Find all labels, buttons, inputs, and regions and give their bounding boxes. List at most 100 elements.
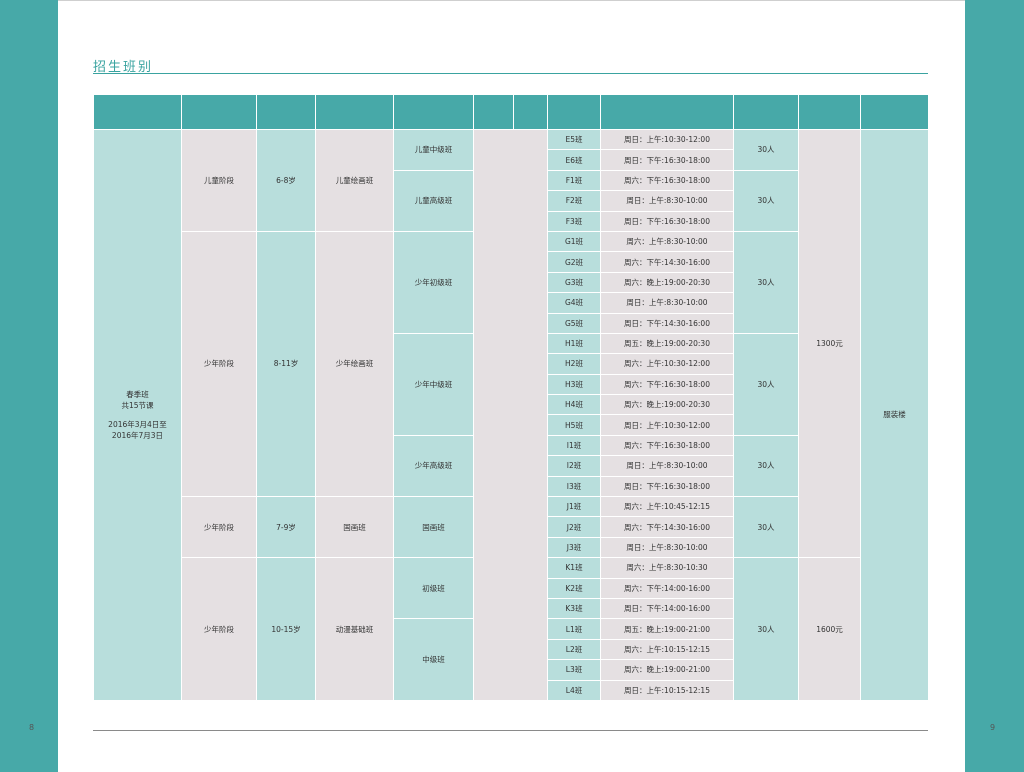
class-code: L1班 bbox=[547, 618, 601, 640]
season-dates-start: 2016年3月4日至 bbox=[108, 419, 167, 429]
schedule-time: 周日：上午:8:30-10:00 bbox=[600, 455, 734, 477]
header-cell bbox=[547, 94, 601, 130]
class-code: H1班 bbox=[547, 332, 601, 355]
table-bottom-rule bbox=[93, 730, 928, 731]
class-code: L3班 bbox=[547, 659, 601, 681]
schedule-time: 周五：晚上:19:00-20:30 bbox=[600, 332, 734, 355]
schedule-time: 周六：下午:16:30-18:00 bbox=[600, 169, 734, 192]
left-page-band bbox=[0, 0, 58, 772]
header-cell bbox=[181, 94, 257, 130]
schedule-time: 周五：晚上:19:00-21:00 bbox=[600, 618, 734, 640]
schedule-time: 周六：下午:16:30-18:00 bbox=[600, 434, 734, 457]
class-code: G2班 bbox=[547, 251, 601, 273]
header-cell bbox=[93, 94, 182, 130]
schedule-time: 周六：上午:10:15-12:15 bbox=[600, 638, 734, 661]
class-code: G4班 bbox=[547, 292, 601, 314]
age-cell: 6-8岁 bbox=[256, 129, 316, 232]
header-cell bbox=[860, 94, 929, 130]
header-cell bbox=[393, 94, 474, 130]
class-code: F2班 bbox=[547, 190, 601, 212]
table-header-row bbox=[93, 94, 929, 130]
price-cell: 1300元 bbox=[798, 128, 861, 559]
level-cell: 儿童高级班 bbox=[393, 169, 474, 232]
blank-column bbox=[473, 129, 548, 701]
table-row: 春季班 共15节课 2016年3月4日至 2016年7月3日 儿童阶段 6-8岁… bbox=[93, 128, 929, 701]
class-code: H4班 bbox=[547, 394, 601, 416]
class-code: G5班 bbox=[547, 312, 601, 334]
class-code: L2班 bbox=[547, 638, 601, 661]
course-cell: 动漫基础班 bbox=[315, 557, 394, 701]
schedule-time: 周日：下午:14:30-16:00 bbox=[600, 312, 734, 334]
age-cell: 7-9岁 bbox=[256, 496, 316, 559]
header-cell bbox=[733, 94, 799, 130]
course-cell: 儿童绘画班 bbox=[315, 129, 394, 232]
class-code: H2班 bbox=[547, 353, 601, 375]
schedule-time: 周日：上午:8:30-10:00 bbox=[600, 190, 734, 212]
capacity-cell: 30人 bbox=[733, 332, 799, 436]
class-code: J3班 bbox=[547, 536, 601, 559]
title-rule bbox=[93, 73, 928, 74]
schedule-time: 周六：上午:10:30-12:00 bbox=[600, 353, 734, 375]
age-cell: 10-15岁 bbox=[256, 557, 316, 701]
class-code: G1班 bbox=[547, 230, 601, 253]
class-code: L4班 bbox=[547, 679, 601, 701]
course-cell: 国画班 bbox=[315, 496, 394, 559]
schedule-time: 周六：晚上:19:00-20:30 bbox=[600, 271, 734, 294]
schedule-time: 周日：上午:10:30-12:00 bbox=[600, 414, 734, 436]
schedule-time: 周日：下午:16:30-18:00 bbox=[600, 210, 734, 232]
header-cell bbox=[513, 94, 548, 130]
class-code: H5班 bbox=[547, 414, 601, 436]
class-code: E5班 bbox=[547, 128, 601, 151]
level-cell: 少年初级班 bbox=[393, 230, 474, 334]
level-cell: 中级班 bbox=[393, 618, 474, 701]
season-name: 春季班 bbox=[126, 389, 149, 399]
class-code: E6班 bbox=[547, 149, 601, 171]
schedule-time: 周日：下午:14:00-16:00 bbox=[600, 597, 734, 620]
stage-cell: 少年阶段 bbox=[181, 557, 257, 701]
capacity-cell: 30人 bbox=[733, 169, 799, 232]
stage-cell: 少年阶段 bbox=[181, 230, 257, 498]
class-code: F1班 bbox=[547, 169, 601, 192]
class-code: F3班 bbox=[547, 210, 601, 232]
level-cell: 国画班 bbox=[393, 496, 474, 559]
schedule-time: 周日：上午:10:30-12:00 bbox=[600, 128, 734, 151]
course-cell: 少年绘画班 bbox=[315, 230, 394, 498]
season-cell: 春季班 共15节课 2016年3月4日至 2016年7月3日 bbox=[93, 129, 182, 701]
class-code: K1班 bbox=[547, 557, 601, 579]
schedule-time: 周六：下午:14:30-16:00 bbox=[600, 251, 734, 273]
schedule-time: 周六：晚上:19:00-20:30 bbox=[600, 394, 734, 416]
page-top-edge bbox=[58, 0, 965, 1]
header-cell bbox=[798, 94, 861, 130]
header-cell bbox=[473, 94, 514, 130]
level-cell: 初级班 bbox=[393, 557, 474, 620]
schedule-time: 周日：下午:16:30-18:00 bbox=[600, 475, 734, 498]
capacity-cell: 30人 bbox=[733, 434, 799, 498]
season-lessons: 共15节课 bbox=[121, 400, 154, 410]
level-cell: 少年高级班 bbox=[393, 434, 474, 498]
schedule-time: 周六：下午:16:30-18:00 bbox=[600, 373, 734, 396]
page-number-right: 9 bbox=[990, 723, 996, 732]
schedule-time: 周六：下午:14:00-16:00 bbox=[600, 577, 734, 599]
capacity-cell: 30人 bbox=[733, 557, 799, 701]
schedule-time: 周日：上午:8:30-10:00 bbox=[600, 292, 734, 314]
class-code: J2班 bbox=[547, 516, 601, 538]
schedule-time: 周日：上午:10:15-12:15 bbox=[600, 679, 734, 701]
age-cell: 8-11岁 bbox=[256, 230, 316, 498]
capacity-cell: 30人 bbox=[733, 496, 799, 559]
schedule-time: 周六：上午:8:30-10:30 bbox=[600, 557, 734, 579]
enrollment-table: 春季班 共15节课 2016年3月4日至 2016年7月3日 儿童阶段 6-8岁… bbox=[93, 94, 929, 701]
header-cell bbox=[600, 94, 734, 130]
class-code: K2班 bbox=[547, 577, 601, 599]
class-code: J1班 bbox=[547, 496, 601, 518]
venue-cell: 服装楼 bbox=[860, 129, 929, 701]
schedule-time: 周日：下午:16:30-18:00 bbox=[600, 149, 734, 171]
schedule-time: 周日：上午:8:30-10:00 bbox=[600, 536, 734, 559]
capacity-cell: 30人 bbox=[733, 230, 799, 334]
price-cell: 1600元 bbox=[798, 557, 861, 701]
schedule-time: 周六：下午:14:30-16:00 bbox=[600, 516, 734, 538]
level-cell: 少年中级班 bbox=[393, 332, 474, 436]
capacity-cell: 30人 bbox=[733, 129, 799, 171]
class-code: I1班 bbox=[547, 434, 601, 457]
right-page-band bbox=[965, 0, 1024, 772]
class-code: K3班 bbox=[547, 597, 601, 620]
